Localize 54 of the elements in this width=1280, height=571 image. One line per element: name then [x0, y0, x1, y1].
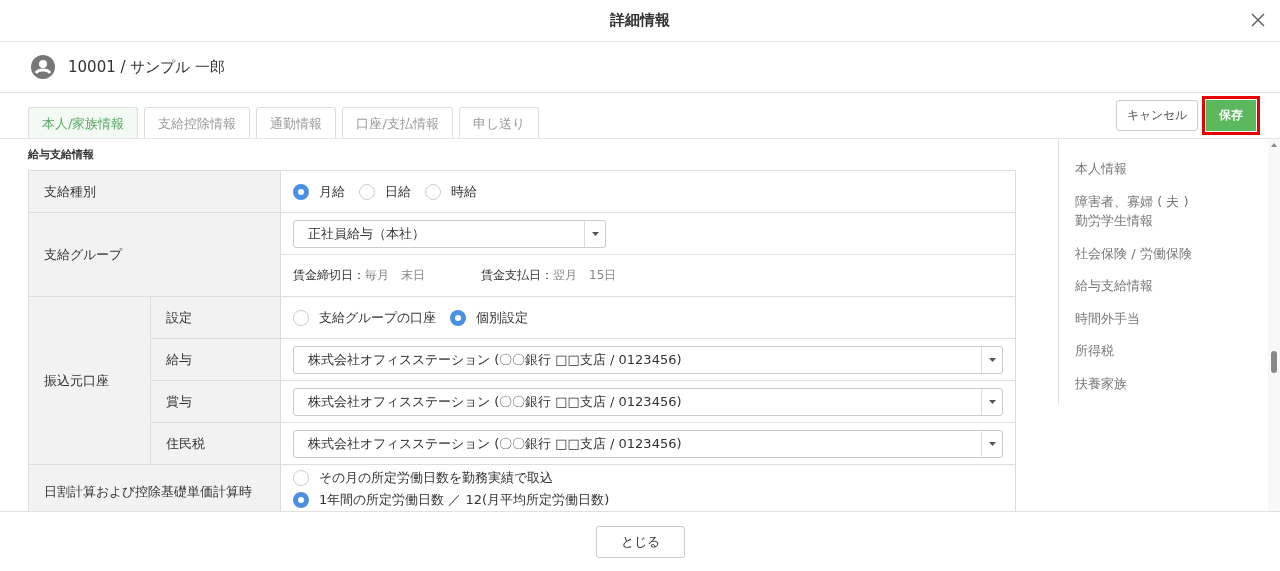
user-avatar-icon: [30, 54, 56, 80]
employee-name: 10001 / サンプル 一郎: [68, 57, 226, 77]
dialog-title: 詳細情報: [610, 11, 670, 30]
field-label: 日割計算および控除基礎単価計算時: [29, 465, 281, 511]
radio-button[interactable]: [359, 183, 375, 200]
section-title: 給与支給情報: [28, 147, 95, 162]
nav-link[interactable]: 時間外手当: [1075, 308, 1260, 328]
radio-button[interactable]: [293, 183, 309, 200]
tab[interactable]: 申し送り: [458, 107, 539, 138]
info-text: 賃金支払日：翌月 15日: [481, 267, 617, 284]
scrollbar-thumb[interactable]: [1271, 351, 1277, 373]
close-icon[interactable]: [1250, 12, 1266, 28]
field-label: 振込元口座: [29, 297, 151, 465]
radio-label: 支給グループの口座: [319, 308, 436, 327]
radio-label: 個別設定: [476, 308, 528, 327]
tab[interactable]: 通勤情報: [256, 107, 337, 138]
nav-link[interactable]: 給与支給情報: [1075, 276, 1260, 296]
radio-label: 日給: [385, 182, 411, 201]
tab[interactable]: 口座/支払情報: [342, 107, 453, 138]
select-field[interactable]: 正社員給与（本社）: [293, 219, 606, 248]
select-field[interactable]: 株式会社オフィスステーション (〇〇銀行 □□支店 / 0123456): [293, 345, 1003, 374]
caret-icon: [988, 441, 996, 446]
caret-icon: [591, 231, 599, 236]
field-label: 支給種別: [29, 171, 281, 213]
radio-button[interactable]: [293, 309, 309, 326]
select-field[interactable]: 株式会社オフィスステーション (〇〇銀行 □□支店 / 0123456): [293, 387, 1003, 416]
nav-link[interactable]: 所得税: [1075, 341, 1260, 361]
field-label: 設定: [151, 297, 281, 339]
scrollbar[interactable]: [1268, 139, 1280, 511]
scroll-up-arrow-icon[interactable]: [1271, 143, 1277, 147]
radio-label: その月の所定労働日数を勤務実績で取込: [319, 469, 553, 487]
nav-link[interactable]: 扶養家族: [1075, 373, 1260, 393]
info-text: 賃金締切日：毎月 末日: [293, 267, 425, 284]
radio-button[interactable]: [293, 492, 309, 508]
select-field[interactable]: 株式会社オフィスステーション (〇〇銀行 □□支店 / 0123456): [293, 429, 1003, 458]
radio-label: 時給: [451, 182, 477, 201]
field-label: 賞与: [151, 381, 281, 423]
radio-label: 月給: [319, 182, 345, 201]
nav-link[interactable]: 障害者、寡婦 ( 夫 ) 勤労学生情報: [1075, 191, 1260, 231]
radio-button[interactable]: [425, 183, 441, 200]
cancel-button[interactable]: キャンセル: [1116, 100, 1198, 131]
tab[interactable]: 支給控除情報: [144, 107, 251, 138]
close-button[interactable]: とじる: [595, 525, 685, 558]
field-label: 支給グループ: [29, 213, 281, 297]
tab[interactable]: 本人/家族情報: [28, 107, 139, 138]
field-label: 住民税: [151, 423, 281, 465]
nav-link[interactable]: 社会保険 / 労働保険: [1075, 243, 1260, 263]
radio-button[interactable]: [450, 309, 466, 326]
field-label: 給与: [151, 339, 281, 381]
caret-icon: [988, 399, 996, 404]
caret-icon: [988, 357, 996, 362]
radio-label: 1年間の所定労働日数 ／ 12(月平均所定労働日数): [319, 491, 610, 509]
nav-link[interactable]: 本人情報: [1075, 159, 1260, 179]
radio-button[interactable]: [293, 470, 309, 486]
